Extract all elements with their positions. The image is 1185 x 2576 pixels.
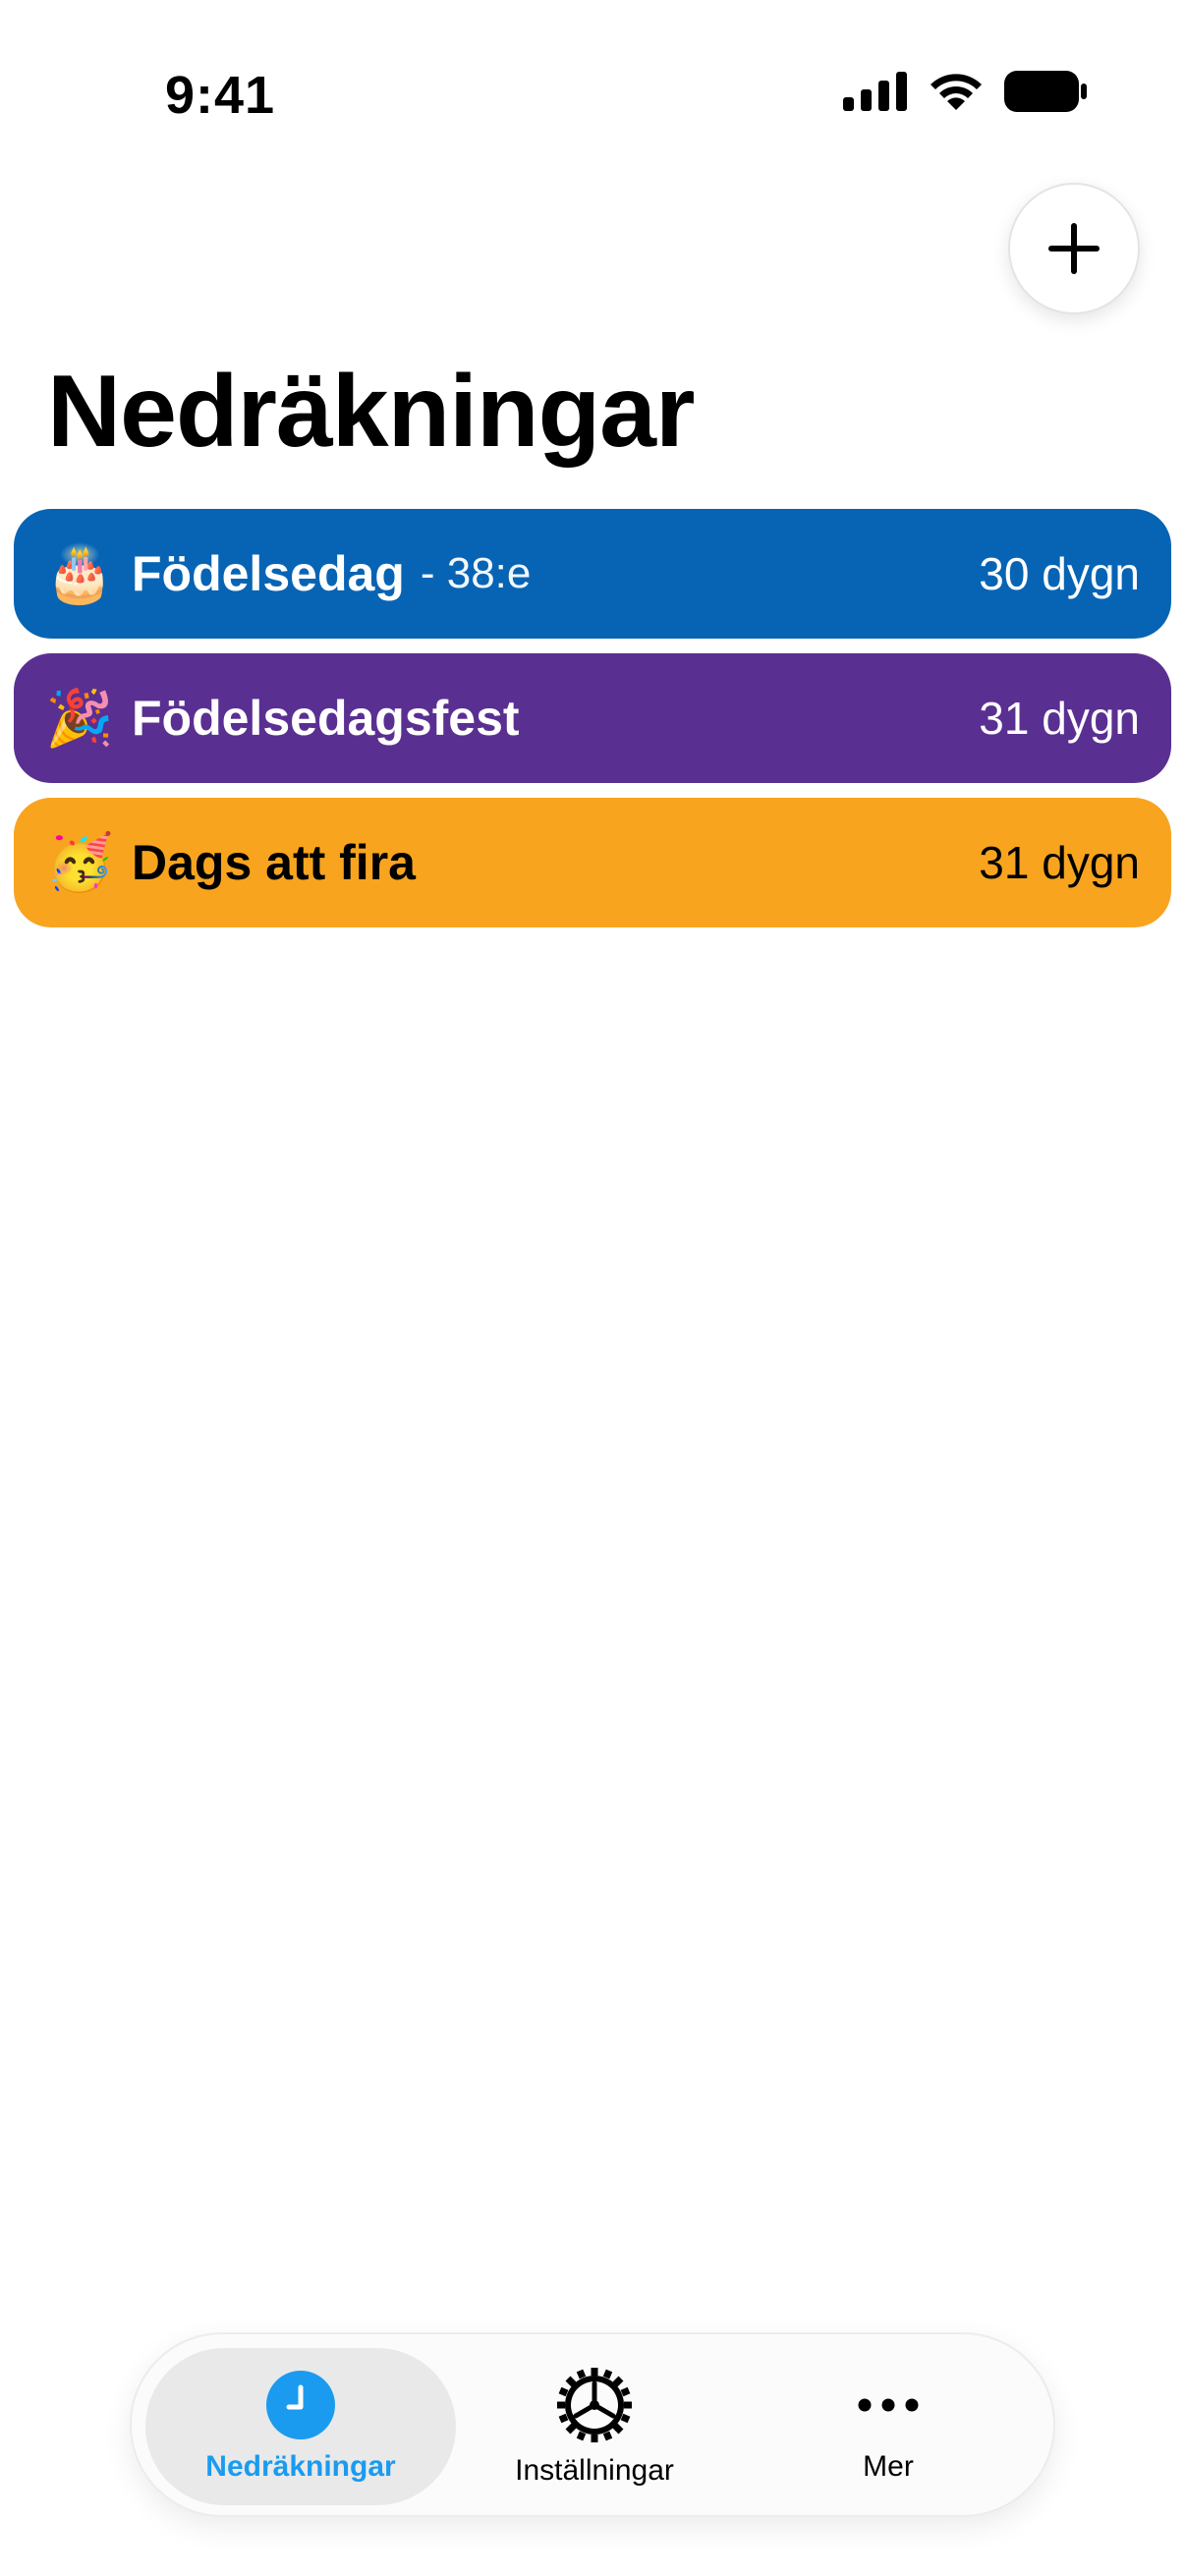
tab-installningar[interactable]: Inställningar: [439, 2348, 750, 2505]
countdown-title: Dags att fira: [132, 835, 416, 890]
screen: 9:41 Nedräkningar 🎂 Födelsedag - 38:e 30…: [0, 0, 1185, 2576]
countdown-item-fodelsedag[interactable]: 🎂 Födelsedag - 38:e 30 dygn: [14, 509, 1171, 639]
countdown-days: 31 dygn: [979, 837, 1140, 888]
clock-icon: [266, 2371, 335, 2439]
countdown-item-dags-att-fira[interactable]: 🥳 Dags att fira 31 dygn: [14, 798, 1171, 927]
tab-mer[interactable]: Mer: [733, 2348, 1044, 2505]
tab-bar: Nedräkningar Inställningar Mer: [130, 2332, 1055, 2517]
status-time: 9:41: [165, 66, 276, 125]
status-bar: 9:41: [0, 0, 1185, 196]
status-icons: [843, 71, 1087, 112]
gear-icon: [557, 2368, 632, 2442]
partying-face-icon: 🥳: [45, 831, 114, 893]
countdown-title: Födelsedag: [132, 546, 405, 601]
add-countdown-button[interactable]: [1008, 183, 1140, 314]
countdown-days: 31 dygn: [979, 693, 1140, 744]
tab-label: Mer: [863, 2450, 914, 2483]
page-title: Nedräkningar: [47, 355, 695, 469]
battery-icon: [1004, 71, 1087, 112]
tab-label: Nedräkningar: [205, 2450, 396, 2483]
party-popper-icon: 🎉: [45, 687, 114, 749]
countdown-subtitle: - 38:e: [420, 549, 532, 597]
plus-icon: [1048, 223, 1100, 274]
tab-nedrakningar[interactable]: Nedräkningar: [145, 2348, 456, 2505]
birthday-cake-icon: 🎂: [45, 542, 114, 604]
wifi-icon: [931, 74, 982, 110]
tab-label: Inställningar: [515, 2454, 674, 2487]
countdown-days: 30 dygn: [979, 548, 1140, 599]
countdown-list: 🎂 Födelsedag - 38:e 30 dygn 🎉 Födelsedag…: [14, 509, 1171, 942]
countdown-title: Födelsedagsfest: [132, 691, 520, 746]
countdown-item-fodelsedagsfest[interactable]: 🎉 Födelsedagsfest 31 dygn: [14, 653, 1171, 783]
signal-icon: [843, 72, 907, 111]
more-icon: [858, 2398, 919, 2412]
